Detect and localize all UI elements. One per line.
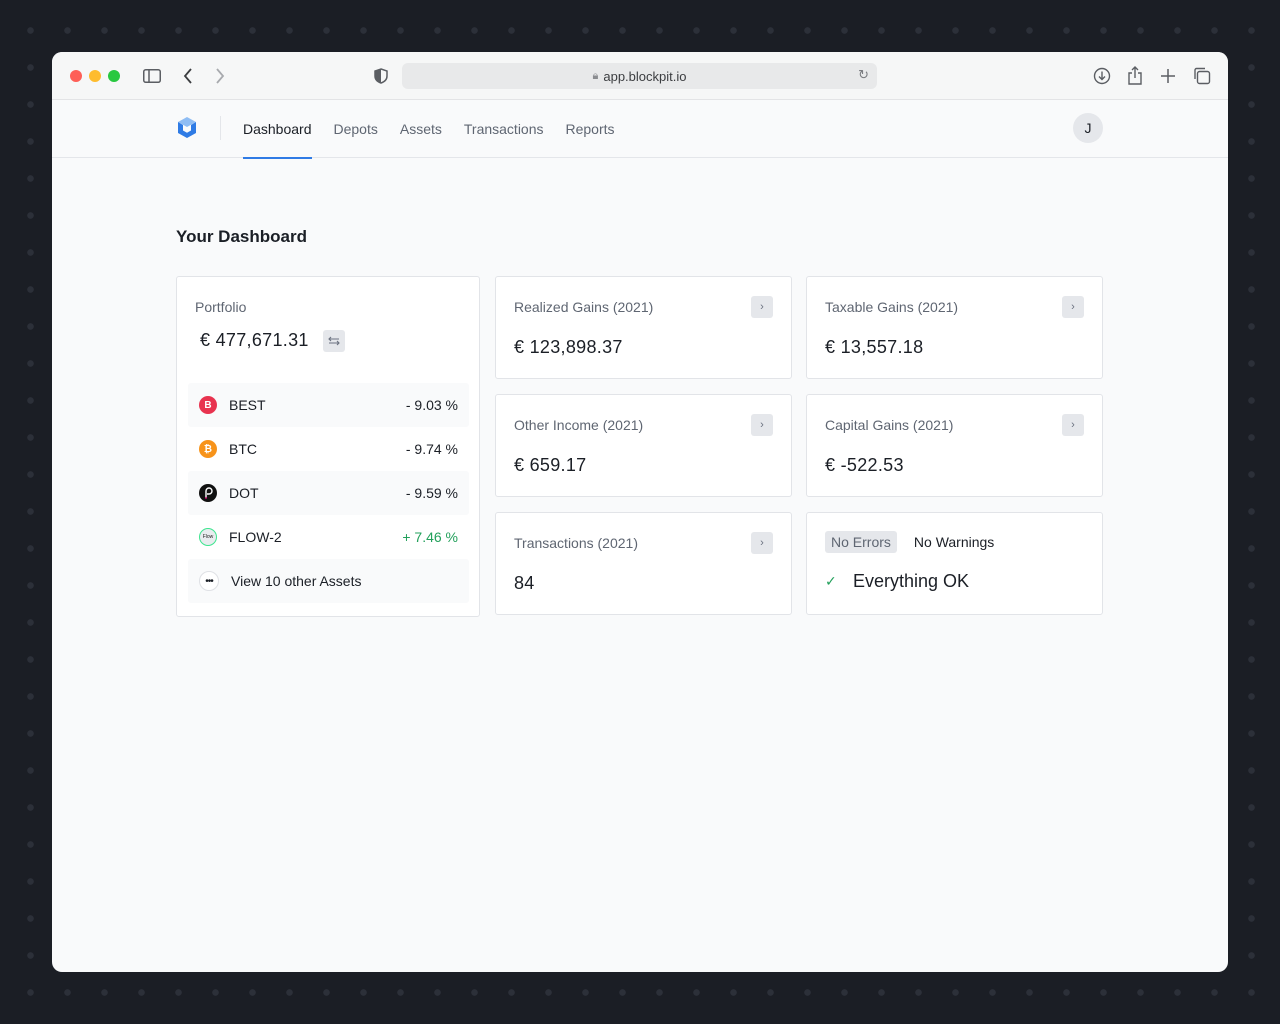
back-icon[interactable]	[176, 64, 200, 88]
tab-depots[interactable]: Depots	[334, 100, 378, 158]
card-value: € -522.53	[825, 455, 904, 475]
bitpanda-best-icon: B	[199, 396, 217, 414]
tab-reports[interactable]: Reports	[566, 100, 615, 158]
zoom-window-button[interactable]	[108, 70, 120, 82]
no-errors-badge[interactable]: No Errors	[825, 531, 897, 553]
asset-symbol: BEST	[229, 397, 266, 413]
polkadot-icon	[199, 484, 217, 502]
status-filters: No Errors No Warnings	[825, 531, 994, 553]
card-value: € 13,557.18	[825, 337, 924, 357]
tab-assets[interactable]: Assets	[400, 100, 442, 158]
asset-row-btc[interactable]: ₿ BTC - 9.74 %	[188, 427, 469, 471]
asset-symbol: DOT	[229, 485, 259, 501]
lock-icon: 🔒︎	[592, 69, 599, 82]
asset-change: - 9.03 %	[405, 397, 458, 413]
status-ok: ✓ Everything OK	[825, 571, 969, 592]
app-navbar: Dashboard Depots Assets Transactions Rep…	[52, 100, 1228, 159]
asset-symbol: FLOW-2	[229, 529, 282, 545]
asset-change: - 9.59 %	[405, 485, 458, 501]
card-label: Other Income (2021)	[514, 417, 644, 433]
asset-row-dot[interactable]: DOT - 9.59 %	[188, 471, 469, 515]
card-value: € 659.17	[514, 455, 587, 475]
portfolio-label: Portfolio	[195, 299, 247, 315]
blockpit-logo-icon[interactable]	[176, 116, 198, 140]
chevron-right-icon[interactable]: ›	[751, 414, 773, 436]
forward-icon[interactable]	[208, 64, 232, 88]
share-icon[interactable]	[1123, 64, 1147, 88]
view-more-assets-button[interactable]: ••• View 10 other Assets	[188, 559, 469, 603]
asset-change: + 7.46 %	[402, 529, 458, 545]
tab-overview-icon[interactable]	[1190, 64, 1214, 88]
card-label: Transactions (2021)	[514, 535, 638, 551]
page-title: Your Dashboard	[176, 227, 307, 246]
asset-symbol: BTC	[229, 441, 257, 457]
minimize-window-button[interactable]	[89, 70, 101, 82]
address-bar[interactable]: 🔒︎ app.blockpit.io ↻	[402, 63, 877, 89]
browser-toolbar: 🔒︎ app.blockpit.io ↻	[52, 52, 1228, 100]
nav-divider	[220, 116, 221, 140]
reload-icon[interactable]: ↻	[858, 67, 869, 83]
card-value: 84	[514, 573, 535, 593]
card-label: Taxable Gains (2021)	[825, 299, 959, 315]
browser-window: 🔒︎ app.blockpit.io ↻ Dashboard Depots As…	[52, 52, 1228, 972]
status-text: Everything OK	[853, 571, 970, 591]
tab-transactions[interactable]: Transactions	[464, 100, 544, 158]
privacy-shield-icon[interactable]	[369, 64, 393, 88]
status-card: No Errors No Warnings ✓ Everything OK	[806, 512, 1103, 615]
flow-icon: Flow	[199, 528, 217, 546]
swap-arrows-icon	[328, 336, 340, 346]
asset-row-best[interactable]: B BEST - 9.03 %	[188, 383, 469, 427]
swap-currency-button[interactable]	[323, 330, 345, 352]
main-nav-tabs: Dashboard Depots Assets Transactions Rep…	[243, 100, 615, 159]
new-tab-icon[interactable]	[1156, 64, 1180, 88]
checkmark-icon: ✓	[825, 573, 837, 589]
asset-list: B BEST - 9.03 % ₿ BTC - 9.74 % DOT - 9.5…	[188, 383, 469, 603]
close-window-button[interactable]	[70, 70, 82, 82]
downloads-icon[interactable]	[1090, 64, 1114, 88]
tab-dashboard[interactable]: Dashboard	[243, 100, 312, 159]
chevron-right-icon[interactable]: ›	[1062, 296, 1084, 318]
sidebar-toggle-icon[interactable]	[140, 64, 164, 88]
chevron-right-icon[interactable]: ›	[751, 532, 773, 554]
portfolio-value: € 477,671.31	[200, 330, 309, 350]
card-label: Capital Gains (2021)	[825, 417, 954, 433]
capital-gains-card[interactable]: Capital Gains (2021) › € -522.53	[806, 394, 1103, 497]
more-dots-icon: •••	[199, 571, 219, 591]
bitcoin-icon: ₿	[199, 440, 217, 458]
asset-row-flow[interactable]: Flow FLOW-2 + 7.46 %	[188, 515, 469, 559]
taxable-gains-card[interactable]: Taxable Gains (2021) › € 13,557.18	[806, 276, 1103, 379]
chevron-right-icon[interactable]: ›	[1062, 414, 1084, 436]
realized-gains-card[interactable]: Realized Gains (2021) › € 123,898.37	[495, 276, 792, 379]
view-more-label: View 10 other Assets	[231, 573, 362, 589]
other-income-card[interactable]: Other Income (2021) › € 659.17	[495, 394, 792, 497]
window-controls	[70, 70, 120, 82]
chevron-right-icon[interactable]: ›	[751, 296, 773, 318]
card-value: € 123,898.37	[514, 337, 623, 357]
portfolio-card: Portfolio € 477,671.31 B BEST - 9.03 % ₿…	[176, 276, 480, 617]
user-avatar[interactable]: J	[1073, 113, 1103, 143]
transactions-card[interactable]: Transactions (2021) › 84	[495, 512, 792, 615]
card-label: Realized Gains (2021)	[514, 299, 654, 315]
asset-change: - 9.74 %	[405, 441, 458, 457]
no-warnings-badge[interactable]: No Warnings	[914, 534, 994, 550]
url-text: app.blockpit.io	[603, 68, 687, 84]
